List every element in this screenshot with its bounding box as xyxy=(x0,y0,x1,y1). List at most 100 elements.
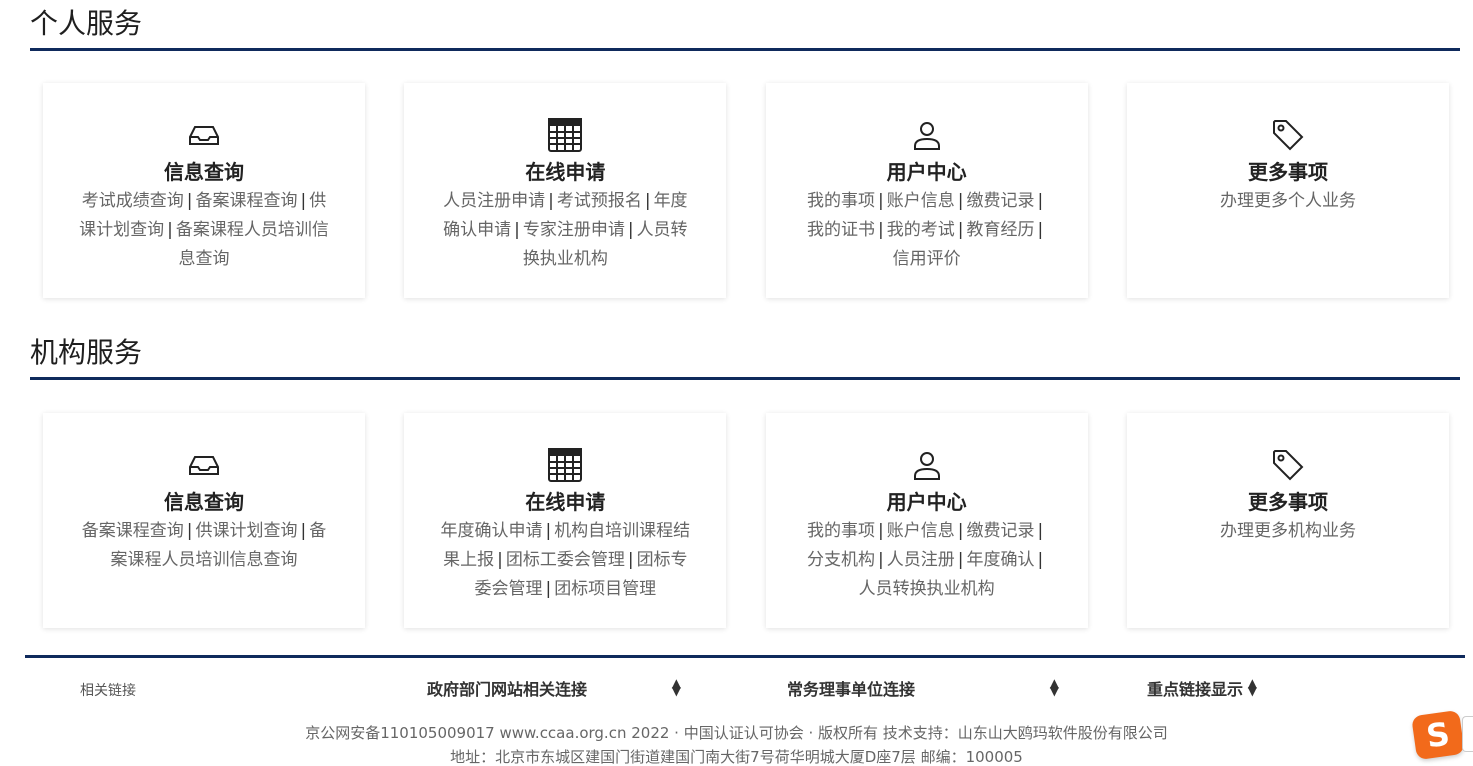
card-personal-user-center: 用户中心 我的事项 | 账户信息 | 缴费记录 |我的证书 | 我的考试 | 教育经历 |信用评价 xyxy=(765,83,1088,298)
link-separator: | xyxy=(167,220,173,240)
select-value: 政府部门网站相关连接 xyxy=(427,680,588,699)
service-link[interactable]: 备案课程查询 xyxy=(196,191,298,211)
select-value: 重点链接显示 xyxy=(1147,680,1244,699)
user-icon xyxy=(909,447,945,483)
card-title[interactable]: 更多事项 xyxy=(1127,159,1449,185)
table-icon xyxy=(547,447,583,483)
link-separator: | xyxy=(300,191,307,211)
service-link[interactable]: 人员转换执业机构 xyxy=(859,579,995,599)
service-link[interactable]: 年度确认申请 xyxy=(440,521,542,541)
service-link[interactable]: 团标工委会管理 xyxy=(506,550,625,570)
link-separator: | xyxy=(1037,550,1044,570)
link-separator: | xyxy=(1037,191,1044,211)
service-link[interactable]: 办理更多个人业务 xyxy=(1220,191,1356,211)
service-link[interactable]: 信用评价 xyxy=(893,249,961,269)
link-separator: | xyxy=(957,220,964,240)
org-service-cards: 信息查询 备案课程查询 | 供课计划查询 | 备案课程人员培训信息查询 在线申请 年度确… xyxy=(43,413,1449,628)
copyright-line: 京公网安备110105009017 www.ccaa.org.cn 2022 ·… xyxy=(305,724,1168,742)
card-title[interactable]: 信息查询 xyxy=(43,489,365,515)
card-links: 办理更多机构业务 xyxy=(1163,517,1413,546)
service-link[interactable]: 考试预报名 xyxy=(557,191,642,211)
service-link[interactable]: 年度确认 xyxy=(967,550,1035,570)
card-links: 年度确认申请 | 机构自培训课程结果上报 | 团标工委会管理 | 团标专委会管理 | 团标项目管… xyxy=(440,517,690,604)
link-separator: | xyxy=(878,191,884,211)
service-link[interactable]: 专家注册申请 xyxy=(523,220,625,240)
card-title[interactable]: 在线申请 xyxy=(404,159,726,185)
link-separator: | xyxy=(548,191,554,211)
service-link[interactable]: 缴费记录 xyxy=(967,191,1035,211)
service-link[interactable]: 我的事项 xyxy=(807,521,875,541)
link-separator: | xyxy=(957,521,964,541)
inbox-icon xyxy=(186,447,222,483)
related-links-label: 相关链接 xyxy=(80,683,136,699)
service-link[interactable]: 备案课程人员培训信息查询 xyxy=(176,220,329,269)
link-separator: | xyxy=(497,550,503,570)
card-title[interactable]: 在线申请 xyxy=(404,489,726,515)
card-personal-more: 更多事项 办理更多个人业务 xyxy=(1126,83,1449,298)
service-link[interactable]: 账户信息 xyxy=(887,191,955,211)
tag-icon xyxy=(1270,447,1306,483)
org-services-title: 机构服务 xyxy=(30,335,1460,380)
tag-icon xyxy=(1270,117,1306,153)
card-links: 备案课程查询 | 供课计划查询 | 备案课程人员培训信息查询 xyxy=(79,517,329,575)
card-links: 我的事项 | 账户信息 | 缴费记录 |分支机构 | 人员注册 | 年度确认 |人员转换执业机构 xyxy=(802,517,1052,604)
link-separator: | xyxy=(545,579,552,599)
sort-caret-icon: ▲ ▼ xyxy=(1049,676,1059,698)
card-title[interactable]: 信息查询 xyxy=(43,159,365,185)
card-personal-info-query: 信息查询 考试成绩查询 | 备案课程查询 | 供课计划查询 | 备案课程人员培训信息查询 xyxy=(43,83,365,298)
link-separator: | xyxy=(1037,521,1044,541)
service-link[interactable]: 账户信息 xyxy=(887,521,955,541)
card-org-info-query: 信息查询 备案课程查询 | 供课计划查询 | 备案课程人员培训信息查询 xyxy=(43,413,365,628)
link-separator: | xyxy=(627,220,634,240)
service-link[interactable]: 我的事项 xyxy=(807,191,875,211)
related-links-bar: 相关链接 政府部门网站相关连接 ▲ ▼ 常务理事单位连接 ▲ ▼ 重点链接显示 ▲ ▼ xyxy=(0,676,1473,702)
personal-service-cards: 信息查询 考试成绩查询 | 备案课程查询 | 供课计划查询 | 备案课程人员培训信息查询 在… xyxy=(43,83,1449,298)
card-links: 我的事项 | 账户信息 | 缴费记录 |我的证书 | 我的考试 | 教育经历 |信用评价 xyxy=(802,187,1052,274)
service-link[interactable]: 备案课程查询 xyxy=(82,521,184,541)
gov-links-select[interactable]: 政府部门网站相关连接 ▲ ▼ xyxy=(427,676,685,702)
link-separator: | xyxy=(878,521,884,541)
service-link[interactable]: 我的证书 xyxy=(807,220,875,240)
link-separator: | xyxy=(186,191,193,211)
card-title[interactable]: 更多事项 xyxy=(1127,489,1449,515)
link-separator: | xyxy=(300,521,307,541)
service-link[interactable]: 考试成绩查询 xyxy=(82,191,184,211)
card-personal-online-apply: 在线申请 人员注册申请 | 考试预报名 | 年度确认申请 | 专家注册申请 | 人员转换执业机构 xyxy=(404,83,727,298)
sort-caret-icon: ▲ ▼ xyxy=(671,676,681,698)
side-panel-tab[interactable] xyxy=(1462,716,1473,752)
key-links-select[interactable]: 重点链接显示 ▲ ▼ xyxy=(1147,676,1261,702)
card-links: 人员注册申请 | 考试预报名 | 年度确认申请 | 专家注册申请 | 人员转换执业机构 xyxy=(440,187,690,274)
link-separator: | xyxy=(1037,220,1044,240)
link-separator: | xyxy=(186,521,193,541)
link-separator: | xyxy=(878,220,884,240)
link-separator: | xyxy=(878,550,884,570)
link-separator: | xyxy=(514,220,520,240)
card-title[interactable]: 用户中心 xyxy=(766,159,1088,185)
card-links: 办理更多个人业务 xyxy=(1163,187,1413,216)
footer-divider xyxy=(25,655,1465,658)
user-icon xyxy=(909,117,945,153)
table-icon xyxy=(547,117,583,153)
service-link[interactable]: 缴费记录 xyxy=(967,521,1035,541)
service-link[interactable]: 团标项目管理 xyxy=(554,579,656,599)
link-separator: | xyxy=(957,191,964,211)
service-link[interactable]: 分支机构 xyxy=(807,550,875,570)
card-org-more: 更多事项 办理更多机构业务 xyxy=(1126,413,1449,628)
service-link[interactable]: 人员注册 xyxy=(887,550,955,570)
card-org-user-center: 用户中心 我的事项 | 账户信息 | 缴费记录 |分支机构 | 人员注册 | 年度确认 |人员转换执… xyxy=(765,413,1088,628)
card-org-online-apply: 在线申请 年度确认申请 | 机构自培训课程结果上报 | 团标工委会管理 | 团标专委会管理 |… xyxy=(404,413,727,628)
service-link[interactable]: 办理更多机构业务 xyxy=(1220,521,1356,541)
link-separator: | xyxy=(545,521,552,541)
link-separator: | xyxy=(644,191,651,211)
personal-services-title: 个人服务 xyxy=(30,6,1460,51)
card-title[interactable]: 用户中心 xyxy=(766,489,1088,515)
council-links-select[interactable]: 常务理事单位连接 ▲ ▼ xyxy=(787,676,1063,702)
sort-caret-icon: ▲ ▼ xyxy=(1247,676,1257,698)
select-value: 常务理事单位连接 xyxy=(787,680,916,699)
service-link[interactable]: 教育经历 xyxy=(967,220,1035,240)
service-link[interactable]: 人员注册申请 xyxy=(443,191,545,211)
service-link[interactable]: 供课计划查询 xyxy=(196,521,298,541)
service-link[interactable]: 我的考试 xyxy=(887,220,955,240)
link-separator: | xyxy=(957,550,964,570)
sogou-input-icon[interactable]: S xyxy=(1411,709,1465,761)
